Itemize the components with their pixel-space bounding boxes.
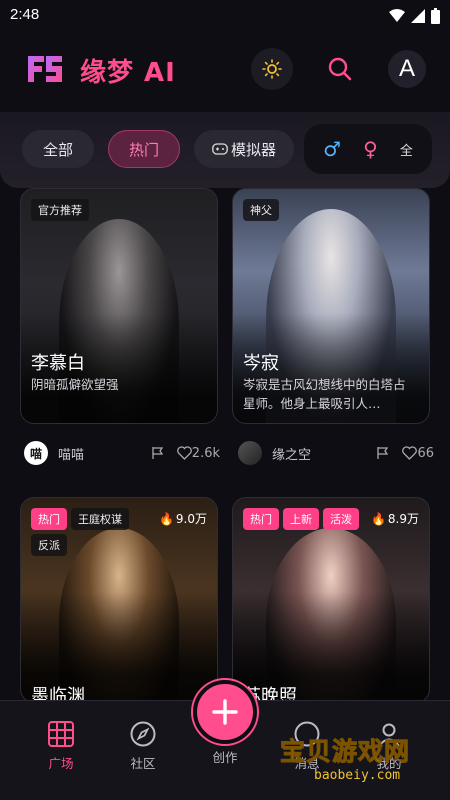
like-count: 2.6k (191, 445, 220, 461)
plus-icon (212, 699, 238, 725)
sun-icon (262, 59, 282, 79)
status-time: 2:48 (10, 6, 40, 23)
hot-tag: 热门 (243, 508, 279, 530)
character-card[interactable]: 热门 王庭权谋 反派 🔥 9.0万 墨临渊 (20, 497, 218, 703)
watermark-url: baobeiy.com (314, 768, 401, 783)
character-card[interactable]: 官方推荐 李慕白 阴暗孤僻欲望强 (20, 188, 218, 424)
app-title: 缘梦 AI (80, 58, 176, 88)
search-icon (328, 57, 352, 81)
nav-community[interactable]: 社区 (113, 719, 173, 772)
character-desc: 阴暗孤僻欲望强 (31, 377, 119, 392)
card-tags: 热门 上新 活泼 (243, 508, 359, 530)
heat-count: 🔥 9.0万 (159, 510, 207, 527)
grid-icon (48, 721, 74, 747)
app-header: 缘梦 AI A (0, 36, 450, 104)
tag: 神父 (243, 199, 279, 221)
flame-icon: 🔥 (370, 511, 386, 526)
category-tabs: 全部 热门 模拟器 ♂ ♀ 全 (0, 112, 450, 188)
watermark-text: 宝贝游戏网 (279, 737, 411, 767)
nav-create[interactable]: 创作 (195, 747, 255, 766)
user-avatar[interactable]: A (388, 50, 426, 88)
report-flag-icon[interactable] (376, 446, 390, 460)
heat-count: 🔥 8.9万 (371, 510, 419, 527)
all-gender-filter[interactable]: 全 (400, 140, 413, 159)
author-name[interactable]: 喵喵 (58, 444, 151, 463)
card-author-row: 缘之空 66 (238, 440, 434, 466)
tag: 活泼 (323, 508, 359, 530)
card-tags: 热门 王庭权谋 反派 (31, 508, 151, 556)
character-name: 岑寂 (243, 353, 279, 374)
nav-square[interactable]: 广场 (31, 719, 91, 772)
author-avatar[interactable] (238, 441, 262, 465)
author-avatar[interactable]: 喵 (24, 441, 48, 465)
gender-filter: ♂ ♀ 全 (304, 124, 432, 174)
like-count: 66 (417, 445, 434, 461)
female-filter-icon[interactable]: ♀ (363, 137, 378, 161)
report-flag-icon[interactable] (151, 446, 165, 460)
character-name: 李慕白 (31, 353, 85, 374)
search-button[interactable] (319, 48, 361, 90)
heart-icon[interactable] (402, 446, 418, 460)
flame-icon: 🔥 (158, 511, 174, 526)
heat-value: 9.0万 (175, 512, 207, 526)
character-card[interactable]: 神父 岑寂 岑寂是古风幻想线中的白塔占星师。他身上最吸引人… (232, 188, 430, 424)
tab-simulator-label: 模拟器 (230, 140, 276, 159)
nav-label: 广场 (48, 756, 74, 771)
tab-simulator[interactable]: 模拟器 (194, 130, 294, 168)
theme-toggle-button[interactable] (251, 48, 293, 90)
tag: 王庭权谋 (71, 508, 129, 530)
gamepad-icon (212, 143, 228, 155)
character-desc: 岑寂是古风幻想线中的白塔占星师。他身上最吸引人… (243, 377, 406, 411)
status-icons (389, 8, 440, 24)
author-name[interactable]: 缘之空 (272, 444, 376, 463)
card-tags: 神父 (243, 199, 279, 221)
nav-label: 创作 (212, 750, 238, 765)
tag: 官方推荐 (31, 199, 89, 221)
signal-icon (411, 9, 425, 23)
tag: 反派 (31, 534, 67, 556)
heart-icon[interactable] (176, 446, 192, 460)
wifi-icon (389, 9, 405, 22)
app-logo-icon (28, 56, 62, 82)
status-bar: 2:48 (0, 0, 450, 32)
tab-hot[interactable]: 热门 (108, 130, 180, 168)
card-tags: 官方推荐 (31, 199, 89, 221)
tab-all[interactable]: 全部 (22, 130, 94, 168)
card-author-row: 喵 喵喵 2.6k (24, 440, 220, 466)
hot-tag: 热门 (31, 508, 67, 530)
new-tag: 上新 (283, 508, 319, 530)
character-card[interactable]: 热门 上新 活泼 🔥 8.9万 苏晚照 (232, 497, 430, 703)
create-plus-button[interactable] (193, 680, 257, 744)
nav-label: 社区 (130, 756, 156, 771)
battery-icon (431, 8, 440, 24)
site-watermark: 宝贝游戏网 baobeiy.com (279, 728, 446, 794)
compass-icon (130, 721, 156, 747)
male-filter-icon[interactable]: ♂ (323, 137, 341, 161)
heat-value: 8.9万 (387, 512, 419, 526)
